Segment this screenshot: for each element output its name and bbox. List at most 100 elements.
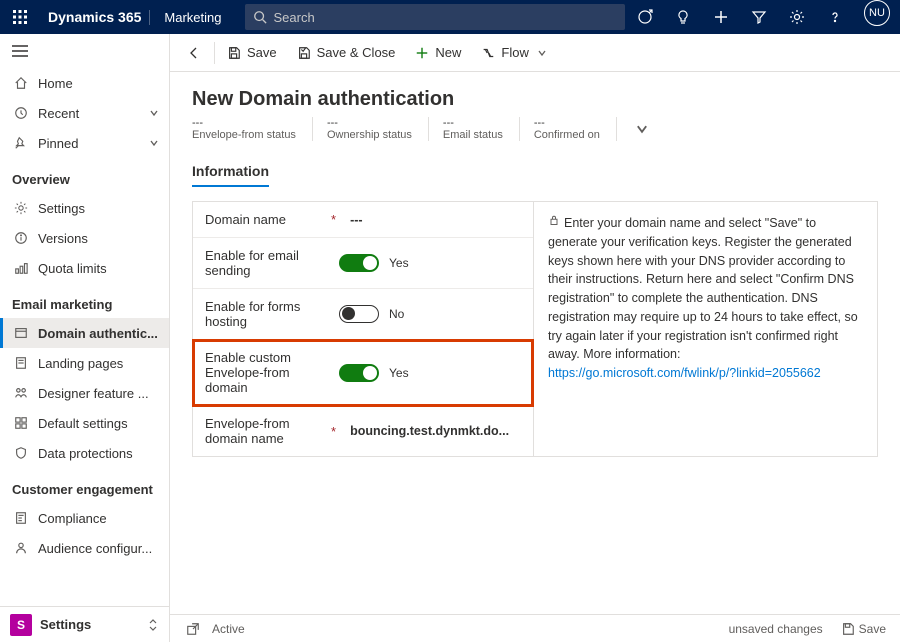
sidebar-item-settings[interactable]: Settings bbox=[0, 193, 169, 223]
sidebar-label: Pinned bbox=[38, 136, 149, 151]
pin-icon bbox=[12, 136, 30, 150]
save-icon bbox=[227, 46, 241, 60]
sidebar-label: Versions bbox=[38, 231, 159, 246]
people-icon bbox=[12, 386, 30, 400]
new-button[interactable]: New bbox=[405, 34, 471, 71]
compliance-icon bbox=[12, 511, 30, 525]
global-search[interactable]: Search bbox=[245, 4, 625, 30]
hamburger-icon[interactable] bbox=[0, 34, 169, 68]
toggle-on[interactable] bbox=[339, 254, 379, 272]
updown-icon bbox=[147, 619, 159, 631]
sidebar-item-versions[interactable]: Versions bbox=[0, 223, 169, 253]
cmd-label: New bbox=[435, 45, 461, 60]
sidebar-item-recent[interactable]: Recent bbox=[0, 98, 169, 128]
sidebar-heading: Email marketing bbox=[0, 283, 169, 318]
area-switcher[interactable]: S Settings bbox=[0, 606, 169, 642]
toggle-off[interactable] bbox=[339, 305, 379, 323]
sidebar-item-defaults[interactable]: Default settings bbox=[0, 408, 169, 438]
sidebar-label: Compliance bbox=[38, 511, 159, 526]
info-icon bbox=[12, 231, 30, 245]
expand-header-button[interactable] bbox=[635, 122, 649, 136]
plus-icon[interactable] bbox=[702, 0, 740, 34]
field-value: bouncing.test.dynmkt.do... bbox=[336, 424, 521, 438]
footer-save-icon[interactable]: Save bbox=[841, 622, 886, 636]
audience-icon bbox=[12, 541, 30, 555]
topbar-icons: NU bbox=[626, 0, 900, 34]
field-domain-name[interactable]: Domain name* --- bbox=[193, 202, 533, 238]
help-text: Enter your domain name and select "Save"… bbox=[548, 216, 858, 361]
sidebar-item-quota[interactable]: Quota limits bbox=[0, 253, 169, 283]
field-custom-envelope[interactable]: Enable custom Envelope-from domain Yes bbox=[193, 340, 533, 406]
tab-information[interactable]: Information bbox=[192, 163, 269, 187]
lightbulb-icon[interactable] bbox=[664, 0, 702, 34]
sidebar-item-home[interactable]: Home bbox=[0, 68, 169, 98]
sidebar-item-dataprot[interactable]: Data protections bbox=[0, 438, 169, 468]
search-icon bbox=[253, 10, 267, 24]
back-button[interactable] bbox=[176, 34, 212, 71]
gear-icon bbox=[12, 201, 30, 215]
flow-button[interactable]: Flow bbox=[471, 34, 556, 71]
search-placeholder: Search bbox=[273, 10, 314, 25]
sidebar-item-pinned[interactable]: Pinned bbox=[0, 128, 169, 158]
sidebar-label: Default settings bbox=[38, 416, 159, 431]
page-icon bbox=[12, 356, 30, 370]
sidebar-label: Data protections bbox=[38, 446, 159, 461]
home-icon bbox=[12, 76, 30, 90]
sidebar: Home Recent Pinned Overview Settings Ver… bbox=[0, 34, 170, 642]
command-bar: Save Save & Close New Flow bbox=[170, 34, 900, 72]
chevron-down-icon bbox=[537, 48, 547, 58]
auth-icon bbox=[12, 326, 30, 340]
footer: Active unsaved changes Save bbox=[170, 614, 900, 642]
sidebar-label: Quota limits bbox=[38, 261, 159, 276]
status-ownership: ---Ownership status bbox=[327, 117, 429, 141]
flow-icon bbox=[481, 46, 495, 60]
field-forms-hosting[interactable]: Enable for forms hosting No bbox=[193, 289, 533, 340]
cmd-label: Save bbox=[247, 45, 277, 60]
popout-icon[interactable] bbox=[184, 622, 202, 636]
chevron-down-icon bbox=[149, 108, 159, 118]
sidebar-item-domain-auth[interactable]: Domain authentic... bbox=[0, 318, 169, 348]
cmd-label: Flow bbox=[501, 45, 528, 60]
cmd-label: Save & Close bbox=[317, 45, 396, 60]
field-envelope-domain[interactable]: Envelope-from domain name* bouncing.test… bbox=[193, 406, 533, 456]
status-confirmed: ---Confirmed on bbox=[534, 117, 617, 141]
sidebar-item-audience[interactable]: Audience configur... bbox=[0, 533, 169, 563]
waffle-icon[interactable] bbox=[0, 10, 40, 24]
save-close-button[interactable]: Save & Close bbox=[287, 34, 406, 71]
quota-icon bbox=[12, 261, 30, 275]
gear-icon[interactable] bbox=[778, 0, 816, 34]
field-email-sending[interactable]: Enable for email sending Yes bbox=[193, 238, 533, 289]
top-bar: Dynamics 365 Marketing Search NU bbox=[0, 0, 900, 34]
plus-icon bbox=[415, 46, 429, 60]
shield-icon bbox=[12, 446, 30, 460]
status-envelope: ---Envelope-from status bbox=[192, 117, 313, 141]
sidebar-item-compliance[interactable]: Compliance bbox=[0, 503, 169, 533]
save-close-icon bbox=[297, 46, 311, 60]
lock-icon bbox=[548, 214, 560, 226]
content: New Domain authentication ---Envelope-fr… bbox=[170, 72, 900, 614]
sidebar-heading: Overview bbox=[0, 158, 169, 193]
module-label[interactable]: Marketing bbox=[149, 10, 235, 25]
field-value: --- bbox=[336, 213, 521, 227]
toggle-on[interactable] bbox=[339, 364, 379, 382]
page-title: New Domain authentication bbox=[192, 88, 878, 111]
save-button[interactable]: Save bbox=[217, 34, 287, 71]
sidebar-item-landing[interactable]: Landing pages bbox=[0, 348, 169, 378]
brand-label[interactable]: Dynamics 365 bbox=[40, 9, 149, 25]
help-link[interactable]: https://go.microsoft.com/fwlink/p/?linki… bbox=[548, 366, 821, 380]
sidebar-label: Designer feature ... bbox=[38, 386, 159, 401]
sidebar-label: Landing pages bbox=[38, 356, 159, 371]
clock-icon bbox=[12, 106, 30, 120]
sidebar-label: Settings bbox=[38, 201, 159, 216]
sidebar-item-designer[interactable]: Designer feature ... bbox=[0, 378, 169, 408]
target-icon[interactable] bbox=[626, 0, 664, 34]
filter-icon[interactable] bbox=[740, 0, 778, 34]
chevron-down-icon bbox=[149, 138, 159, 148]
footer-save-label: Save bbox=[859, 622, 886, 636]
sidebar-label: Audience configur... bbox=[38, 541, 159, 556]
sidebar-label: Domain authentic... bbox=[38, 326, 159, 341]
sidebar-label: Home bbox=[38, 76, 159, 91]
avatar[interactable]: NU bbox=[864, 0, 890, 26]
sidebar-label: Recent bbox=[38, 106, 149, 121]
help-icon[interactable] bbox=[816, 0, 854, 34]
